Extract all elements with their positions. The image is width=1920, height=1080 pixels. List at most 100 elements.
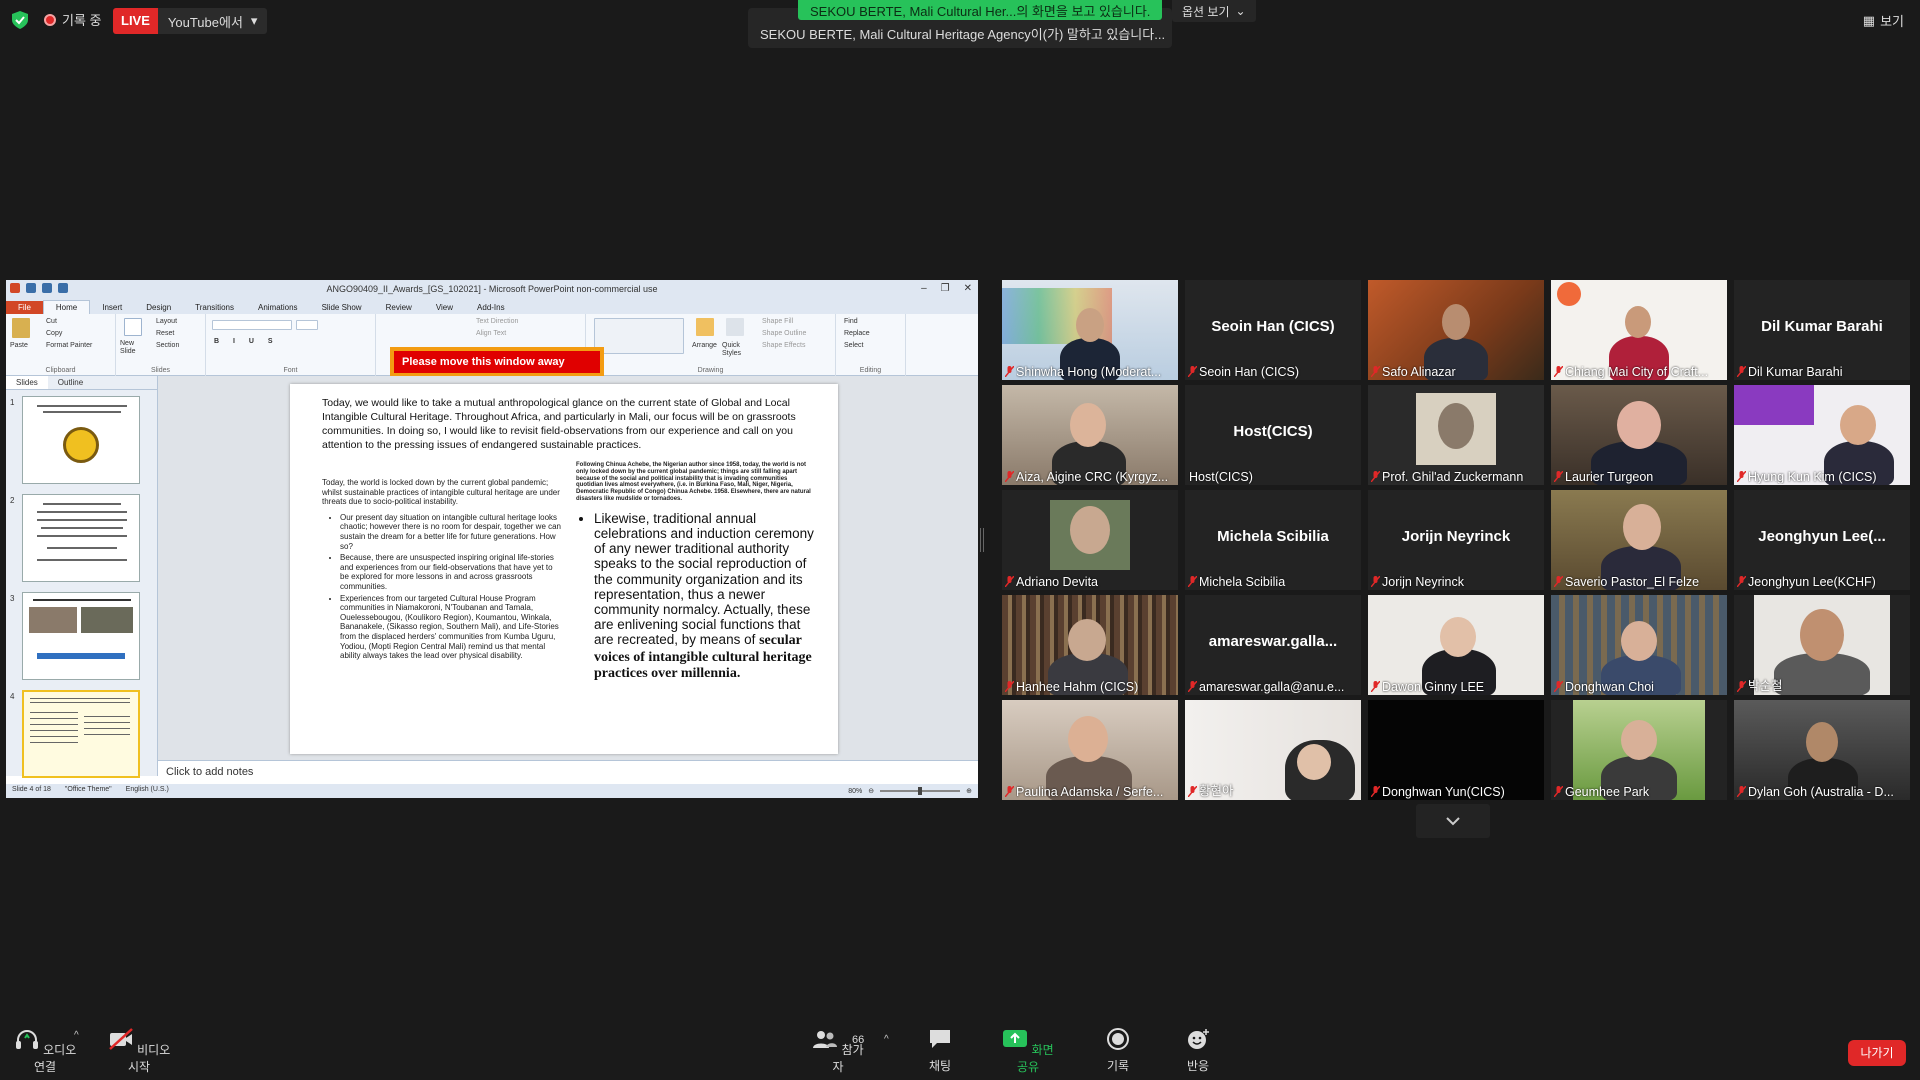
slide-number: 3 bbox=[10, 594, 15, 603]
participant-name: Laurier Turgeon bbox=[1565, 470, 1654, 484]
participant-tile[interactable]: Laurier Turgeon bbox=[1551, 385, 1727, 485]
slides-pane: Slides Outline 1 2 3 4 bbox=[6, 376, 158, 778]
audio-options-caret-icon[interactable]: ^ bbox=[74, 1030, 79, 1041]
undo-icon bbox=[42, 283, 52, 293]
muted-mic-icon bbox=[1005, 681, 1014, 692]
participant-tile[interactable]: Dil Kumar Barahi Dil Kumar Barahi bbox=[1734, 280, 1910, 380]
participants-options-caret-icon[interactable]: ^ bbox=[884, 1034, 889, 1045]
live-badge: LIVE bbox=[113, 8, 158, 34]
participant-tile[interactable]: Shinwha Hong (Moderat... bbox=[1002, 280, 1178, 380]
audio-button[interactable]: 오디오 연결 bbox=[12, 1028, 78, 1075]
record-button[interactable]: 기록 bbox=[1098, 1028, 1138, 1074]
participant-tile[interactable]: Safo Alinazar bbox=[1368, 280, 1544, 380]
participant-tile[interactable]: Donghwan Choi bbox=[1551, 595, 1727, 695]
participant-name: Dawon Ginny LEE bbox=[1382, 680, 1485, 694]
participant-tile[interactable]: Host(CICS) Host(CICS) bbox=[1185, 385, 1361, 485]
gallery-view-button[interactable]: ▦ 보기 bbox=[1863, 11, 1904, 30]
slide-number: 4 bbox=[10, 692, 15, 701]
meeting-toolbar: 오디오 연결 ^ 비디오 시작 참가자 66 ^ 채팅 화면 공유 기록 반응 bbox=[0, 1020, 1920, 1080]
reset-label: Reset bbox=[156, 330, 175, 337]
slide-intro-text: Today, we would like to take a mutual an… bbox=[322, 397, 796, 451]
participant-tile[interactable]: 박순철 bbox=[1734, 595, 1910, 695]
format-painter-label: Format Painter bbox=[46, 342, 93, 349]
paste-icon bbox=[12, 318, 30, 338]
chat-button[interactable]: 채팅 bbox=[920, 1028, 960, 1074]
next-page-button[interactable] bbox=[1416, 804, 1490, 838]
muted-mic-icon bbox=[1737, 786, 1746, 797]
slide-thumbnail-selected bbox=[22, 690, 140, 778]
grid-icon: ▦ bbox=[1862, 12, 1876, 28]
editing-group: Find Replace Select Editing bbox=[836, 314, 906, 376]
participant-tile[interactable]: Aiza, Aigine CRC (Kyrgyz... bbox=[1002, 385, 1178, 485]
participant-tile[interactable]: Chiang Mai City of Craft... bbox=[1551, 280, 1727, 380]
muted-mic-icon bbox=[1188, 786, 1197, 797]
quick-styles-label: Quick Styles bbox=[722, 342, 742, 357]
participant-tile[interactable]: Seoin Han (CICS) Seoin Han (CICS) bbox=[1185, 280, 1361, 380]
select-label: Select bbox=[844, 342, 864, 349]
participant-tile[interactable]: Dylan Goh (Australia - D... bbox=[1734, 700, 1910, 800]
muted-mic-icon bbox=[1188, 681, 1197, 692]
live-destination[interactable]: YouTube에서 ▾ bbox=[158, 8, 268, 34]
participant-tile[interactable]: Jeonghyun Lee(... Jeonghyun Lee(KCHF) bbox=[1734, 490, 1910, 590]
participant-center-name: Seoin Han (CICS) bbox=[1211, 318, 1335, 335]
recording-indicator[interactable]: 기록 중 bbox=[44, 10, 102, 29]
participant-tile[interactable]: Michela Scibilia Michela Scibilia bbox=[1185, 490, 1361, 590]
slide-logo-icon bbox=[63, 427, 99, 463]
split-view-handle[interactable] bbox=[980, 528, 984, 552]
redo-icon bbox=[58, 283, 68, 293]
slide-editor: Today, we would like to take a mutual an… bbox=[158, 376, 978, 760]
notes-pane: Click to add notes bbox=[158, 760, 978, 784]
replace-label: Replace bbox=[844, 330, 870, 337]
participants-icon bbox=[813, 1031, 838, 1048]
participant-tile[interactable]: 황현아 bbox=[1185, 700, 1361, 800]
caret-down-icon: ▾ bbox=[250, 13, 258, 28]
text-direction-label: Text Direction bbox=[476, 318, 519, 325]
reactions-label: 반응 bbox=[1186, 1059, 1210, 1073]
participant-tile[interactable]: Hyung Kun Kim (CICS) bbox=[1734, 385, 1910, 485]
muted-mic-icon bbox=[1554, 786, 1563, 797]
participant-name: Adriano Devita bbox=[1016, 575, 1098, 589]
video-button[interactable]: 비디오 시작 bbox=[104, 1028, 174, 1075]
current-slide: Today, we would like to take a mutual an… bbox=[290, 384, 838, 754]
participant-tile[interactable]: Geumhee Park bbox=[1551, 700, 1727, 800]
shield-icon[interactable] bbox=[12, 11, 28, 29]
new-slide-label: New Slide bbox=[120, 340, 136, 355]
participant-tile[interactable]: Saverio Pastor_El Felze bbox=[1551, 490, 1727, 590]
leave-meeting-button[interactable]: 나가기 bbox=[1848, 1040, 1906, 1066]
participant-tile[interactable]: Paulina Adamska / Serfe... bbox=[1002, 700, 1178, 800]
participant-tile[interactable]: Adriano Devita bbox=[1002, 490, 1178, 590]
participant-name: Donghwan Yun(CICS) bbox=[1382, 785, 1505, 799]
live-stream-control[interactable]: LIVE YouTube에서 ▾ bbox=[113, 8, 268, 34]
slide-bullet: Our present day situation on intangible … bbox=[340, 513, 562, 551]
muted-mic-icon bbox=[1737, 681, 1746, 692]
participant-tile[interactable]: Prof. Ghil'ad Zuckermann bbox=[1368, 385, 1544, 485]
participant-name: Host(CICS) bbox=[1189, 470, 1253, 484]
participant-tile[interactable]: amareswar.galla... amareswar.galla@anu.e… bbox=[1185, 595, 1361, 695]
muted-mic-icon bbox=[1005, 786, 1014, 797]
slide-bullet-large-text: Likewise, traditional annual celebration… bbox=[594, 510, 814, 648]
top-bar: 기록 중 LIVE YouTube에서 ▾ SEKOU BERTE, Mali … bbox=[0, 0, 1920, 48]
participant-name: Geumhee Park bbox=[1565, 785, 1650, 799]
reactions-button[interactable]: 반응 bbox=[1178, 1028, 1218, 1074]
participant-center-name: Michela Scibilia bbox=[1217, 528, 1329, 545]
participant-tile[interactable]: Hanhee Hahm (CICS) bbox=[1002, 595, 1178, 695]
participant-name: Aiza, Aigine CRC (Kyrgyz... bbox=[1016, 470, 1169, 484]
participant-tile[interactable]: Donghwan Yun(CICS) bbox=[1368, 700, 1544, 800]
share-screen-button[interactable]: 화면 공유 bbox=[996, 1028, 1060, 1075]
muted-mic-icon bbox=[1371, 366, 1380, 377]
slides-group: New Slide Layout Reset Section Slides bbox=[116, 314, 206, 376]
participant-name: 박순철 bbox=[1748, 679, 1783, 693]
record-dot-icon bbox=[44, 13, 56, 26]
tab-insert: Insert bbox=[102, 303, 123, 312]
zoom-out-icon: ⊖ bbox=[868, 788, 875, 795]
editing-group-label: Editing bbox=[859, 367, 882, 374]
participant-center-name: Host(CICS) bbox=[1233, 423, 1313, 440]
muted-mic-icon bbox=[1737, 366, 1746, 377]
participant-name: amareswar.galla@anu.e... bbox=[1199, 680, 1345, 694]
participant-tile[interactable]: Dawon Ginny LEE bbox=[1368, 595, 1544, 695]
participant-name: Jorijn Neyrinck bbox=[1382, 575, 1464, 589]
view-options-button[interactable]: 옵션 보기 ⌄ bbox=[1172, 0, 1256, 22]
move-window-banner: Please move this window away bbox=[390, 347, 604, 377]
minimize-icon: – bbox=[921, 283, 927, 294]
participant-tile[interactable]: Jorijn Neyrinck Jorijn Neyrinck bbox=[1368, 490, 1544, 590]
